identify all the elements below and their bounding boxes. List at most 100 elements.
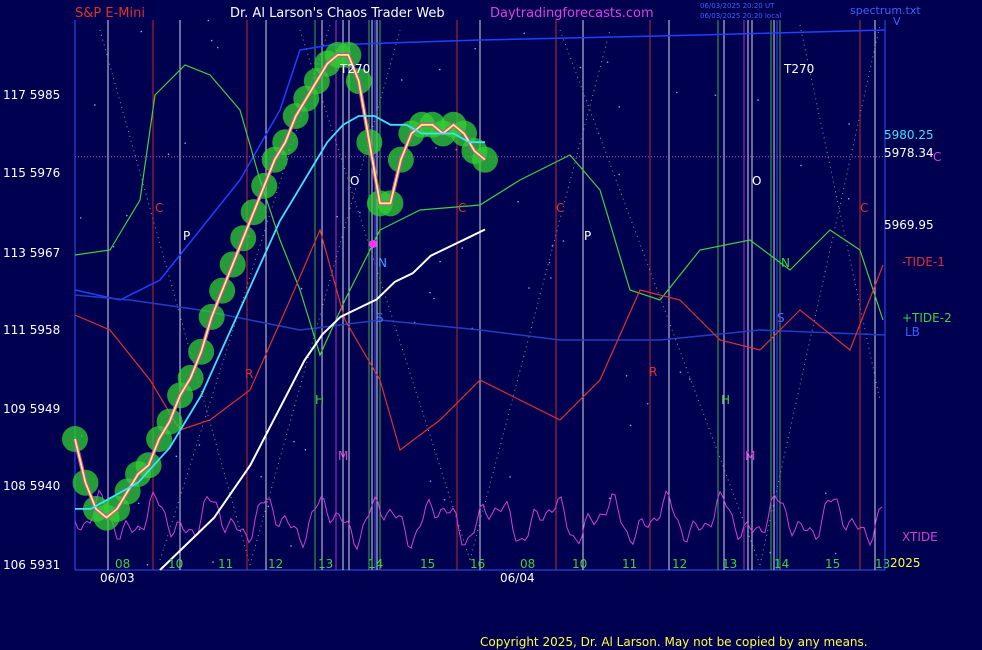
marker-label: N bbox=[781, 256, 790, 270]
marker-label: T270 bbox=[339, 62, 370, 76]
background-dot bbox=[137, 502, 140, 505]
background-dot bbox=[140, 30, 143, 33]
x-tick-label: 15 bbox=[825, 557, 840, 571]
x-tick-label: 14 bbox=[368, 557, 383, 571]
background-dot bbox=[93, 104, 96, 106]
marker-label: C bbox=[458, 201, 466, 215]
x-tick-label: 08 bbox=[115, 557, 130, 571]
y-tick-label: 115 5976 bbox=[3, 166, 60, 180]
background-dot bbox=[550, 277, 552, 279]
timestamp-ut: 06/03/2025 20:20 UT bbox=[700, 2, 775, 10]
background-dot bbox=[688, 378, 691, 380]
legend-xtide: XTIDE bbox=[902, 530, 938, 544]
background-dot bbox=[528, 287, 530, 289]
background-dot bbox=[824, 492, 827, 495]
chaos-diagonal bbox=[759, 24, 881, 566]
xtide-curve bbox=[74, 489, 883, 551]
x-tick-label: 13 bbox=[875, 557, 890, 571]
background-dot bbox=[216, 46, 219, 49]
background-dot bbox=[679, 371, 682, 373]
background-dot bbox=[260, 476, 262, 478]
marker-label: C bbox=[556, 201, 564, 215]
marker-label: S bbox=[376, 311, 384, 325]
background-dot bbox=[126, 214, 128, 217]
background-dot bbox=[548, 261, 551, 264]
y-tick-label: 111 5958 bbox=[3, 323, 60, 337]
background-dot bbox=[293, 440, 295, 443]
background-dot bbox=[433, 297, 435, 300]
marker-label: R bbox=[649, 365, 657, 379]
background-dot bbox=[429, 291, 431, 294]
background-dot bbox=[848, 123, 850, 125]
marker-label: O bbox=[752, 174, 761, 188]
background-dot bbox=[757, 99, 759, 101]
background-dot bbox=[167, 153, 170, 155]
legend-lb: LB bbox=[905, 325, 920, 339]
marker-label: H bbox=[315, 393, 324, 407]
background-dot bbox=[625, 374, 628, 377]
background-dot bbox=[207, 19, 210, 22]
background-dot bbox=[461, 247, 464, 249]
x-axis: 08 10 11 12 13 14 15 16 08 10 11 12 13 1… bbox=[115, 557, 890, 571]
symbol-label: S&P E-Mini bbox=[75, 6, 145, 21]
marker-label: C bbox=[155, 201, 163, 215]
site-url[interactable]: Daytradingforecasts.com bbox=[490, 6, 654, 21]
legend-tide1: -TIDE-1 bbox=[902, 255, 945, 269]
marker-label: C bbox=[860, 201, 868, 215]
year-label: 2025 bbox=[890, 556, 921, 570]
background-dot bbox=[429, 480, 432, 482]
chaos-diagonal bbox=[559, 29, 761, 566]
x-tick-label: 12 bbox=[268, 557, 283, 571]
marker-label: M bbox=[745, 449, 755, 463]
background-dot bbox=[834, 552, 837, 555]
background-dot bbox=[138, 528, 141, 531]
y-tick-label: 117 5985 bbox=[3, 88, 60, 102]
marker-label: R bbox=[245, 367, 253, 381]
background-dot bbox=[646, 402, 649, 405]
background-dot bbox=[562, 240, 565, 242]
background-dot bbox=[618, 173, 621, 176]
low-marker-dot bbox=[369, 240, 377, 248]
background-dot bbox=[676, 91, 678, 94]
timestamp-local: 06/03/2025 20:20 local bbox=[700, 12, 781, 20]
plot-area bbox=[62, 19, 886, 571]
tide2-curve bbox=[74, 64, 884, 357]
x-tick-label: 16 bbox=[470, 557, 485, 571]
legend-tide2: +TIDE-2 bbox=[902, 311, 952, 325]
marker-label: P bbox=[183, 229, 190, 243]
background-dot bbox=[509, 476, 511, 478]
background-dot bbox=[359, 211, 361, 214]
marker-label: O bbox=[350, 174, 359, 188]
y-tick-label: 109 5949 bbox=[3, 402, 60, 416]
background-dot bbox=[847, 197, 850, 200]
x-tick-label: 15 bbox=[420, 557, 435, 571]
background-dot bbox=[112, 245, 115, 248]
x-tick-label: 10 bbox=[168, 557, 183, 571]
background-dot bbox=[800, 164, 802, 167]
price-label: 5978.34 bbox=[884, 146, 934, 160]
chart: S&P E-Mini Dr. Al Larson's Chaos Trader … bbox=[3, 2, 952, 649]
x-tick-label: 11 bbox=[218, 557, 233, 571]
background-dot bbox=[290, 545, 292, 547]
background-dot bbox=[300, 287, 303, 290]
background-dot bbox=[198, 444, 201, 446]
date-label: 06/04 bbox=[500, 571, 535, 585]
price-label: 5969.95 bbox=[884, 218, 934, 232]
copyright: Copyright 2025, Dr. Al Larson. May not b… bbox=[480, 635, 868, 649]
background-dot bbox=[336, 215, 338, 218]
background-dot bbox=[474, 47, 476, 50]
marker-label: T270 bbox=[783, 62, 814, 76]
x-tick-label: 11 bbox=[622, 557, 637, 571]
price-label: 5980.25 bbox=[884, 128, 934, 142]
background-dot bbox=[443, 498, 446, 501]
marker-label: P bbox=[584, 229, 591, 243]
marker-label: M bbox=[338, 449, 348, 463]
background-dot bbox=[79, 217, 82, 219]
background-dot bbox=[579, 66, 582, 69]
background-dot bbox=[435, 147, 437, 149]
background-dot bbox=[304, 448, 307, 451]
background-dot bbox=[517, 200, 519, 203]
y-tick-label: 113 5967 bbox=[3, 246, 60, 260]
site-title: Dr. Al Larson's Chaos Trader Web bbox=[230, 6, 445, 21]
background-dot bbox=[212, 561, 214, 563]
